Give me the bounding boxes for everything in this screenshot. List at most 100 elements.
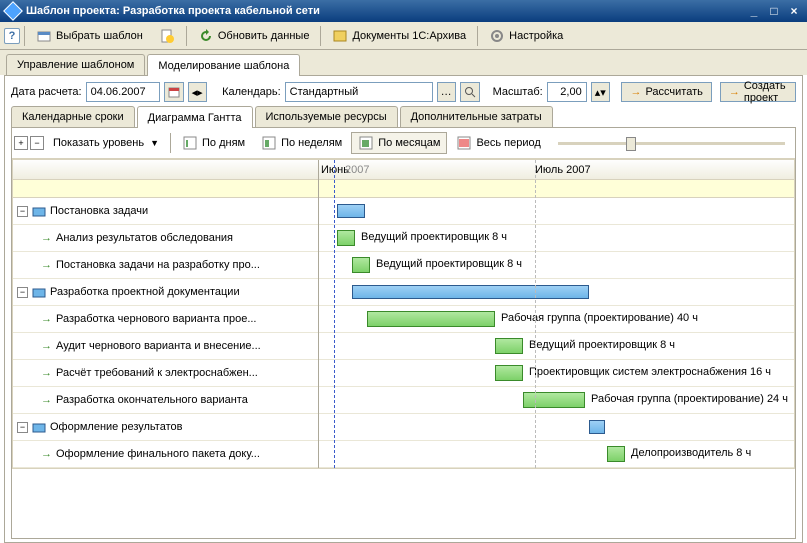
month-icon bbox=[358, 135, 374, 151]
refresh-icon bbox=[198, 28, 214, 44]
chart-row: Проектировщик систем электроснабжения 16… bbox=[319, 360, 794, 387]
task-name: Анализ результатов обследования bbox=[56, 232, 233, 244]
calendar-input[interactable] bbox=[285, 82, 433, 102]
collapse-icon[interactable]: − bbox=[17, 287, 28, 298]
collapse-icon[interactable]: − bbox=[17, 422, 28, 433]
whole-period-button[interactable]: Весь период bbox=[449, 132, 547, 154]
tab-manage-template[interactable]: Управление шаблоном bbox=[6, 54, 145, 75]
summary-bar[interactable] bbox=[337, 204, 365, 218]
chart-row bbox=[319, 414, 794, 441]
new-icon bbox=[159, 28, 175, 44]
by-months-button[interactable]: По месяцам bbox=[351, 132, 447, 154]
task-name: Расчёт требований к электроснабжен... bbox=[56, 367, 258, 379]
task-bar[interactable] bbox=[607, 446, 625, 462]
task-row[interactable]: → Постановка задачи на разработку про... bbox=[13, 252, 318, 279]
collapse-all-button[interactable]: − bbox=[30, 136, 44, 150]
calculate-button[interactable]: →Рассчитать bbox=[621, 82, 711, 102]
collapse-icon[interactable]: − bbox=[17, 206, 28, 217]
create-project-button[interactable]: →Создать проект bbox=[720, 82, 796, 102]
folder-icon bbox=[32, 204, 46, 218]
settings-button[interactable]: Настройка bbox=[482, 25, 570, 47]
task-row[interactable]: → Расчёт требований к электроснабжен... bbox=[13, 360, 318, 387]
new-template-button[interactable] bbox=[152, 25, 182, 47]
date-picker-button[interactable] bbox=[164, 82, 184, 102]
subtab-costs[interactable]: Дополнительные затраты bbox=[400, 106, 553, 127]
calendar-search-button[interactable] bbox=[460, 82, 480, 102]
month-label-2: Июль 2007 bbox=[535, 164, 591, 176]
minimize-button[interactable]: _ bbox=[745, 3, 763, 19]
task-row[interactable]: − Постановка задачи bbox=[13, 198, 318, 225]
arrow-icon: → bbox=[41, 340, 52, 352]
maximize-button[interactable]: □ bbox=[765, 3, 783, 19]
task-name: Разработка проектной документации bbox=[50, 286, 240, 298]
chart-row: Ведущий проектировщик 8 ч bbox=[319, 252, 794, 279]
help-button[interactable]: ? bbox=[4, 28, 20, 44]
period-icon bbox=[456, 135, 472, 151]
day-icon bbox=[182, 135, 198, 151]
window-title: Шаблон проекта: Разработка проекта кабел… bbox=[26, 5, 743, 17]
arrow-icon: → bbox=[41, 313, 52, 325]
task-bar[interactable] bbox=[495, 338, 523, 354]
task-row[interactable]: → Аудит чернового варианта и внесение... bbox=[13, 333, 318, 360]
chart-row: Ведущий проектировщик 8 ч bbox=[319, 333, 794, 360]
chart-row bbox=[319, 198, 794, 225]
task-name: Оформление результатов bbox=[50, 421, 182, 433]
folder-icon bbox=[32, 285, 46, 299]
year-label: 2007 bbox=[345, 164, 369, 176]
task-bar[interactable] bbox=[523, 392, 585, 408]
tab-model-template[interactable]: Моделирование шаблона bbox=[147, 54, 300, 76]
bar-label: Ведущий проектировщик 8 ч bbox=[529, 339, 675, 351]
summary-bar[interactable] bbox=[352, 285, 589, 299]
bar-label: Делопроизводитель 8 ч bbox=[631, 447, 751, 459]
chart-row bbox=[319, 279, 794, 306]
arrow-icon: → bbox=[41, 394, 52, 406]
task-row[interactable]: → Разработка окончательного варианта bbox=[13, 387, 318, 414]
arrow-icon: → bbox=[41, 448, 52, 460]
expand-all-button[interactable]: + bbox=[14, 136, 28, 150]
zoom-slider[interactable] bbox=[550, 142, 793, 145]
task-name: Постановка задачи bbox=[50, 205, 148, 217]
subtab-resources[interactable]: Используемые ресурсы bbox=[255, 106, 398, 127]
task-bar[interactable] bbox=[352, 257, 370, 273]
subtab-gantt[interactable]: Диаграмма Гантта bbox=[137, 106, 253, 128]
task-bar[interactable] bbox=[337, 230, 355, 246]
arrow-icon: → bbox=[630, 86, 641, 98]
archive-icon bbox=[332, 28, 348, 44]
date-step-button[interactable]: ◂▸ bbox=[188, 82, 207, 102]
task-name: Аудит чернового варианта и внесение... bbox=[56, 340, 261, 352]
date-label: Дата расчета: bbox=[11, 86, 82, 98]
task-name: Постановка задачи на разработку про... bbox=[56, 259, 260, 271]
scale-input[interactable] bbox=[547, 82, 587, 102]
arrow-icon: → bbox=[41, 367, 52, 379]
calendar-icon bbox=[168, 86, 180, 98]
bar-label: Ведущий проектировщик 8 ч bbox=[376, 258, 522, 270]
task-bar[interactable] bbox=[495, 365, 523, 381]
task-row[interactable]: → Разработка чернового варианта прое... bbox=[13, 306, 318, 333]
by-days-button[interactable]: По дням bbox=[175, 132, 252, 154]
task-bar[interactable] bbox=[367, 311, 495, 327]
chart-row: Ведущий проектировщик 8 ч bbox=[319, 225, 794, 252]
week-icon bbox=[261, 135, 277, 151]
bar-label: Рабочая группа (проектирование) 24 ч bbox=[591, 393, 788, 405]
arrow-icon: → bbox=[41, 259, 52, 271]
search-icon bbox=[464, 86, 476, 98]
chart-row: Делопроизводитель 8 ч bbox=[319, 441, 794, 468]
scale-step-button[interactable]: ▴▾ bbox=[591, 82, 610, 102]
subtab-calendar[interactable]: Календарные сроки bbox=[11, 106, 135, 127]
task-row[interactable]: − Разработка проектной документации bbox=[13, 279, 318, 306]
close-button[interactable]: × bbox=[785, 3, 803, 19]
task-row[interactable]: − Оформление результатов bbox=[13, 414, 318, 441]
calendar-label: Календарь: bbox=[222, 86, 281, 98]
task-row[interactable]: → Оформление финального пакета доку... bbox=[13, 441, 318, 468]
summary-bar[interactable] bbox=[589, 420, 605, 434]
documents-button[interactable]: Документы 1С:Архива bbox=[325, 25, 473, 47]
task-row[interactable]: → Анализ результатов обследования bbox=[13, 225, 318, 252]
calendar-ellipsis-button[interactable]: … bbox=[437, 82, 456, 102]
date-input[interactable] bbox=[86, 82, 160, 102]
show-level-button[interactable]: Показать уровень▼ bbox=[46, 134, 166, 152]
bar-label: Проектировщик систем электроснабжения 16… bbox=[529, 366, 771, 378]
task-name: Разработка чернового варианта прое... bbox=[56, 313, 257, 325]
refresh-button[interactable]: Обновить данные bbox=[191, 25, 317, 47]
by-weeks-button[interactable]: По неделям bbox=[254, 132, 349, 154]
select-template-button[interactable]: Выбрать шаблон bbox=[29, 25, 150, 47]
